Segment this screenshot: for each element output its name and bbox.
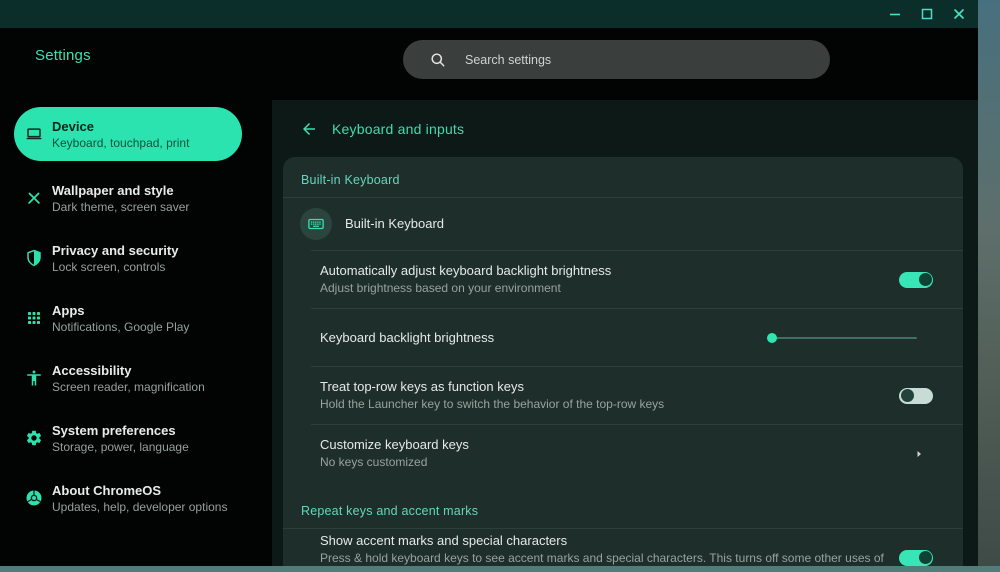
sidebar-item-system-preferences[interactable]: System preferences Storage, power, langu… xyxy=(0,408,272,468)
built-in-keyboard-label: Built-in Keyboard xyxy=(345,215,444,233)
page-header: Keyboard and inputs xyxy=(283,100,978,157)
row-title: Keyboard backlight brightness xyxy=(320,329,755,347)
chevron-right-icon xyxy=(913,448,925,460)
sidebar-item-subtitle: Updates, help, developer options xyxy=(52,499,227,515)
minimize-icon[interactable] xyxy=(887,7,902,22)
row-subtitle: Adjust brightness based on your environm… xyxy=(320,280,887,297)
laptop-icon xyxy=(25,125,43,143)
auto-backlight-toggle[interactable] xyxy=(899,272,933,288)
toggle-knob xyxy=(919,551,932,564)
settings-window: Settings Device Keyboard, touchpad, prin… xyxy=(0,0,978,566)
sidebar-item-subtitle: Notifications, Google Play xyxy=(52,319,189,335)
sidebar-item-title: Apps xyxy=(52,302,189,319)
sidebar-item-wallpaper[interactable]: Wallpaper and style Dark theme, screen s… xyxy=(0,168,272,228)
sidebar-item-subtitle: Lock screen, controls xyxy=(52,259,178,275)
accent-marks-row[interactable]: Show accent marks and special characters… xyxy=(283,529,963,566)
sidebar-item-title: Wallpaper and style xyxy=(52,182,189,199)
sidebar-item-subtitle: Keyboard, touchpad, print xyxy=(52,135,189,151)
function-keys-row[interactable]: Treat top-row keys as function keys Hold… xyxy=(283,367,963,424)
brush-icon xyxy=(25,189,43,207)
search-input[interactable] xyxy=(465,53,765,67)
section-header-repeat-keys: Repeat keys and accent marks xyxy=(283,482,963,528)
back-arrow-icon[interactable] xyxy=(300,120,318,138)
page-title: Keyboard and inputs xyxy=(332,121,464,137)
row-title: Show accent marks and special characters xyxy=(320,532,887,550)
keyboard-icon xyxy=(300,208,332,240)
shelf-edge-strip xyxy=(0,566,1000,572)
row-subtitle: Hold the Launcher key to switch the beha… xyxy=(320,396,887,413)
gear-icon xyxy=(25,429,43,447)
sidebar-item-title: About ChromeOS xyxy=(52,482,227,499)
toggle-knob xyxy=(919,273,932,286)
row-title: Automatically adjust keyboard backlight … xyxy=(320,262,887,280)
customize-keys-row[interactable]: Customize keyboard keys No keys customiz… xyxy=(283,425,963,482)
sidebar-item-subtitle: Screen reader, magnification xyxy=(52,379,205,395)
app-title: Settings xyxy=(35,47,91,64)
sidebar: Device Keyboard, touchpad, print Wallpap… xyxy=(0,100,272,566)
slider-track[interactable] xyxy=(767,337,917,339)
maximize-icon[interactable] xyxy=(919,7,934,22)
brightness-slider[interactable] xyxy=(767,331,917,345)
search-icon xyxy=(429,51,447,69)
sidebar-item-accessibility[interactable]: Accessibility Screen reader, magnificati… xyxy=(0,348,272,408)
auto-backlight-row[interactable]: Automatically adjust keyboard backlight … xyxy=(283,251,963,308)
app-header: Settings xyxy=(0,28,978,100)
row-subtitle: Press & hold keyboard keys to see accent… xyxy=(320,550,887,567)
row-title: Customize keyboard keys xyxy=(320,436,901,454)
sidebar-item-device[interactable]: Device Keyboard, touchpad, print xyxy=(14,107,242,161)
search-bar[interactable] xyxy=(403,40,830,79)
sidebar-item-subtitle: Storage, power, language xyxy=(52,439,189,455)
chromeos-icon xyxy=(25,489,43,507)
sidebar-item-privacy[interactable]: Privacy and security Lock screen, contro… xyxy=(0,228,272,288)
shield-icon xyxy=(25,249,43,267)
sidebar-item-apps[interactable]: Apps Notifications, Google Play xyxy=(0,288,272,348)
accessibility-icon xyxy=(25,369,43,387)
row-subtitle: No keys customized xyxy=(320,454,901,471)
close-icon[interactable] xyxy=(951,7,966,22)
sidebar-item-title: System preferences xyxy=(52,422,189,439)
backlight-brightness-row: Keyboard backlight brightness xyxy=(283,309,963,366)
apps-grid-icon xyxy=(25,309,43,327)
built-in-keyboard-row[interactable]: Built-in Keyboard xyxy=(283,198,963,250)
section-header-built-in-keyboard: Built-in Keyboard xyxy=(283,157,963,197)
row-title: Treat top-row keys as function keys xyxy=(320,378,887,396)
toggle-knob xyxy=(901,389,914,402)
sidebar-item-title: Accessibility xyxy=(52,362,205,379)
window-titlebar xyxy=(0,0,978,28)
main-content: Keyboard and inputs Built-in Keyboard Bu… xyxy=(272,100,978,566)
accent-marks-toggle[interactable] xyxy=(899,550,933,566)
sidebar-item-subtitle: Dark theme, screen saver xyxy=(52,199,189,215)
settings-card: Built-in Keyboard Built-in Keyboard Auto… xyxy=(283,157,963,566)
sidebar-item-title: Privacy and security xyxy=(52,242,178,259)
slider-thumb[interactable] xyxy=(767,333,777,343)
function-keys-toggle[interactable] xyxy=(899,388,933,404)
sidebar-item-title: Device xyxy=(52,118,189,135)
sidebar-item-about-chromeos[interactable]: About ChromeOS Updates, help, developer … xyxy=(0,468,272,528)
